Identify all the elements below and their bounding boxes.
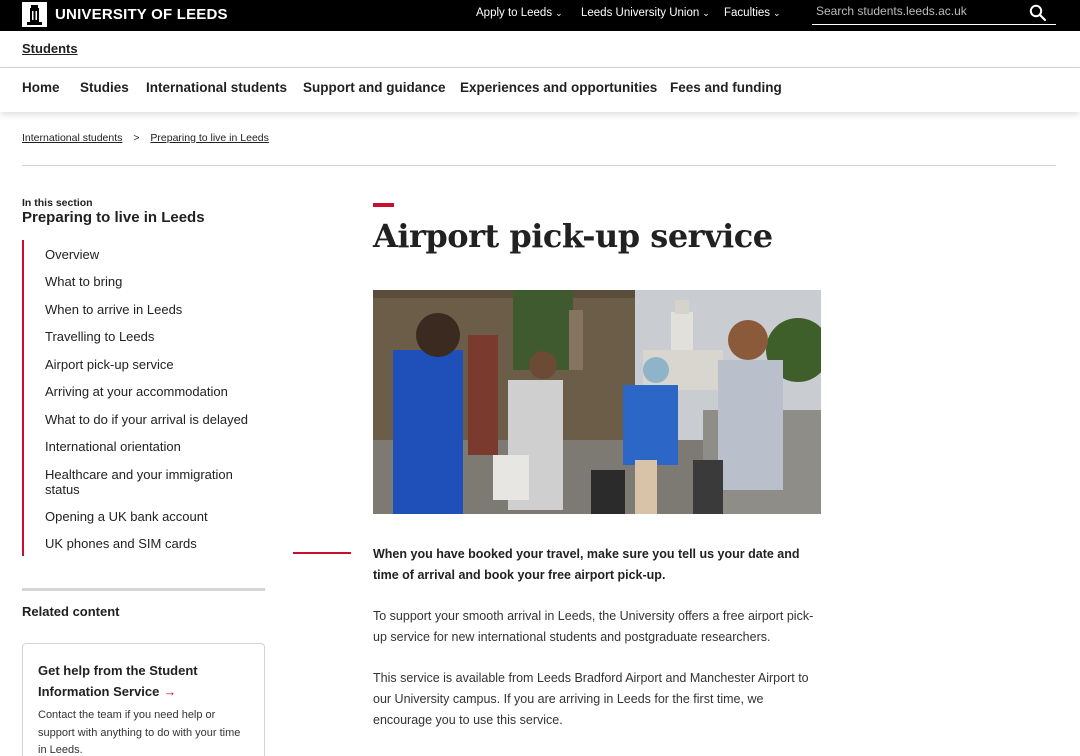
main-nav: Home Studies International students Supp…: [0, 68, 1080, 112]
sidebar-item-phones-sim[interactable]: UK phones and SIM cards: [45, 536, 265, 551]
related-card[interactable]: Get help from the Student Information Se…: [22, 643, 265, 756]
card-description: Contact the team if you need help or sup…: [38, 709, 241, 756]
breadcrumb-separator: >: [133, 132, 140, 144]
body-paragraph: To support your smooth arrival in Leeds,…: [373, 609, 814, 644]
topnav-union[interactable]: Leeds University Union ⌄: [581, 0, 710, 26]
intro-text: When you have booked your travel, make s…: [373, 547, 800, 582]
section-label: In this section: [22, 197, 93, 209]
topnav-label: Faculties: [724, 7, 771, 19]
hero-image: [373, 290, 821, 514]
topnav-label: Apply to Leeds: [476, 7, 553, 19]
divider: [22, 588, 265, 591]
sidebar-item-bank-account[interactable]: Opening a UK bank account: [45, 509, 265, 524]
students-home-link[interactable]: Students: [22, 41, 78, 56]
search-box: [812, 0, 1056, 25]
body-paragraph: This service is available from Leeds Bra…: [373, 671, 809, 727]
chevron-down-icon: ⌄: [702, 7, 710, 18]
topnav-label: Leeds University Union: [581, 7, 700, 19]
divider: [22, 165, 1056, 166]
sidebar-item-what-to-bring[interactable]: What to bring: [45, 274, 265, 289]
sidebar-item-airport-pickup[interactable]: Airport pick-up service: [45, 357, 265, 372]
brand-link[interactable]: UNIVERSITY OF LEEDS: [22, 0, 228, 28]
card-title: Get help from the Student Information Se…: [38, 660, 238, 702]
nav-experiences-and-opportunities[interactable]: Experiences and opportunities: [460, 80, 657, 95]
sidebar-item-when-to-arrive[interactable]: When to arrive in Leeds: [45, 302, 265, 317]
search-icon[interactable]: [1029, 4, 1047, 22]
sidebar-item-healthcare[interactable]: Healthcare and your immigration status: [45, 467, 265, 497]
section-title: Preparing to live in Leeds: [22, 209, 205, 226]
title-accent: [373, 203, 394, 207]
brand-name: UNIVERSITY OF LEEDS: [55, 5, 228, 23]
breadcrumb-link[interactable]: Preparing to live in Leeds: [150, 132, 269, 144]
sidebar-item-accommodation[interactable]: Arriving at your accommodation: [45, 384, 265, 399]
sidebar-item-orientation[interactable]: International orientation: [45, 439, 265, 454]
nav-home[interactable]: Home: [22, 80, 60, 95]
intro-accent: [293, 552, 351, 554]
top-bar: UNIVERSITY OF LEEDS Apply to Leeds ⌄ Lee…: [0, 0, 1080, 31]
arrow-right-icon: →: [163, 684, 177, 699]
related-content-heading: Related content: [22, 604, 120, 619]
search-input[interactable]: [816, 3, 1016, 19]
sidebar-item-overview[interactable]: Overview: [45, 247, 265, 262]
nav-studies[interactable]: Studies: [80, 80, 129, 95]
breadcrumb: International students > Preparing to li…: [22, 132, 269, 144]
sidebar-item-arrival-delayed[interactable]: What to do if your arrival is delayed: [45, 412, 265, 427]
university-crest-icon: [22, 1, 47, 27]
nav-international-students[interactable]: International students: [146, 80, 287, 95]
nav-support-and-guidance[interactable]: Support and guidance: [303, 80, 446, 95]
breadcrumb-link[interactable]: International students: [22, 132, 122, 144]
sidebar-item-travelling[interactable]: Travelling to Leeds: [45, 329, 265, 344]
page-title: Airport pick-up service: [373, 217, 773, 255]
chevron-down-icon: ⌄: [555, 7, 563, 18]
topnav-apply[interactable]: Apply to Leeds ⌄: [476, 0, 563, 26]
students-bar: Students: [0, 31, 1080, 68]
topnav-faculties[interactable]: Faculties ⌄: [724, 0, 781, 26]
chevron-down-icon: ⌄: [773, 7, 781, 18]
section-nav: Overview What to bring When to arrive in…: [22, 240, 265, 556]
nav-fees-and-funding[interactable]: Fees and funding: [670, 80, 782, 95]
